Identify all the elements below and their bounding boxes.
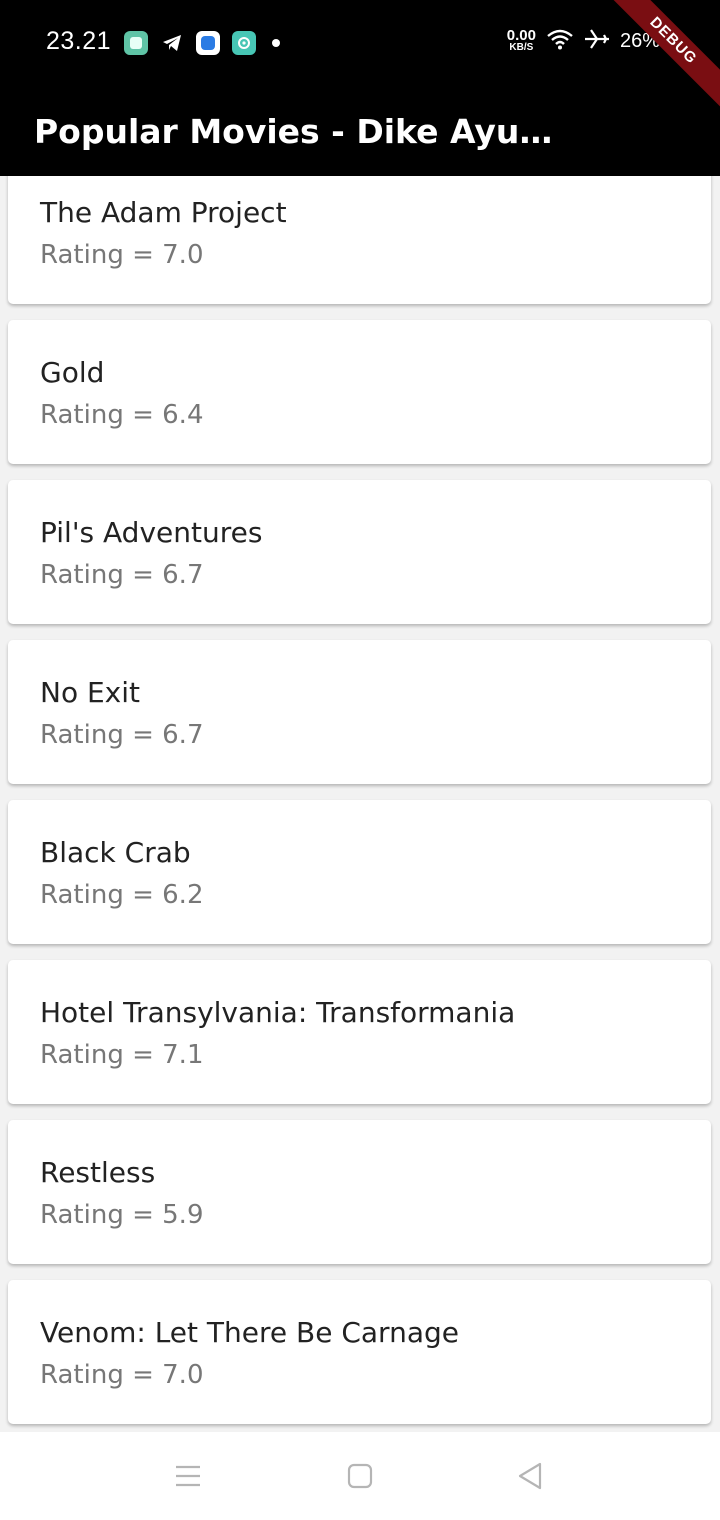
movie-rating: Rating = 6.7 xyxy=(40,720,204,750)
airplane-icon xyxy=(584,28,610,55)
movie-list[interactable]: The Adam Project Rating = 7.0 Gold Ratin… xyxy=(0,176,720,1432)
movie-card[interactable]: Hotel Transylvania: Transformania Rating… xyxy=(8,960,711,1104)
menu-icon[interactable] xyxy=(170,1458,206,1494)
movie-card[interactable]: No Exit Rating = 6.7 xyxy=(8,640,711,784)
movie-card[interactable]: The Adam Project Rating = 7.0 xyxy=(8,176,711,304)
movie-rating: Rating = 6.2 xyxy=(40,880,204,910)
movie-title: No Exit xyxy=(40,676,140,709)
movie-rating: Rating = 7.0 xyxy=(40,240,204,270)
movie-title: Restless xyxy=(40,1156,156,1189)
home-icon[interactable] xyxy=(342,1458,378,1494)
net-speed-unit: KB/S xyxy=(509,41,534,53)
status-time: 23.21 xyxy=(46,27,112,55)
movie-card[interactable]: Pil's Adventures Rating = 6.7 xyxy=(8,480,711,624)
movie-title: Venom: Let There Be Carnage xyxy=(40,1316,459,1349)
movie-title: The Adam Project xyxy=(40,196,287,229)
app-bar: Popular Movies - Dike Ayu … xyxy=(0,88,720,176)
teal-app-icon xyxy=(232,31,256,55)
green-app-icon xyxy=(124,31,148,55)
movie-rating: Rating = 6.4 xyxy=(40,400,204,430)
movie-title: Black Crab xyxy=(40,836,191,869)
telegram-icon xyxy=(160,31,184,55)
movie-card[interactable]: Gold Rating = 6.4 xyxy=(8,320,711,464)
status-right: 0.00 KB/S 26% xyxy=(507,28,660,55)
movie-title: Pil's Adventures xyxy=(40,516,263,549)
status-bar: 23.21 0.00 KB/S 26% DEBUG xyxy=(0,0,720,111)
notification-icons xyxy=(124,31,280,55)
movie-rating: Rating = 7.0 xyxy=(40,1360,204,1390)
wifi-icon xyxy=(546,28,574,55)
system-nav-bar xyxy=(0,1432,720,1520)
net-speed-value: 0.00 xyxy=(506,26,536,44)
network-speed: 0.00 KB/S xyxy=(506,26,536,54)
movie-rating: Rating = 7.1 xyxy=(40,1040,204,1070)
page-title: Popular Movies - Dike Ayu … xyxy=(34,112,554,151)
movie-rating: Rating = 5.9 xyxy=(40,1200,204,1230)
blue-app-icon xyxy=(196,31,220,55)
movie-rating: Rating = 6.7 xyxy=(40,560,204,590)
movie-card[interactable]: Black Crab Rating = 6.2 xyxy=(8,800,711,944)
screen: 23.21 0.00 KB/S 26% DEBUG Popular Movies… xyxy=(0,0,720,1520)
movie-card[interactable]: Restless Rating = 5.9 xyxy=(8,1120,711,1264)
movie-title: Gold xyxy=(40,356,105,389)
movie-title: Hotel Transylvania: Transformania xyxy=(40,996,516,1029)
movie-card[interactable]: Venom: Let There Be Carnage Rating = 7.0 xyxy=(8,1280,711,1424)
more-notifications-dot xyxy=(272,39,280,47)
back-icon[interactable] xyxy=(512,1458,548,1494)
